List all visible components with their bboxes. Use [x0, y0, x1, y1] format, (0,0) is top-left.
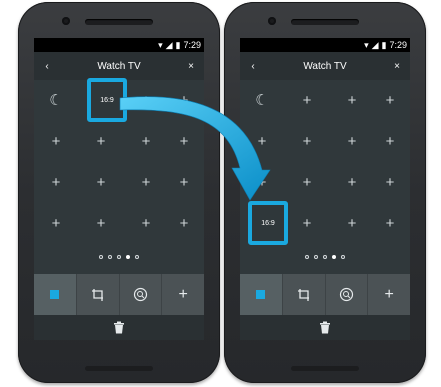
- aspect-ratio-label: 16:9: [100, 96, 114, 104]
- plus-icon[interactable]: +: [87, 168, 115, 196]
- square-button[interactable]: [34, 274, 77, 315]
- plus-icon[interactable]: +: [376, 209, 404, 237]
- status-bar: ▾ ◢ ▮ 7:29: [240, 38, 410, 52]
- trash-icon[interactable]: [319, 321, 331, 334]
- zoom-icon: [133, 287, 147, 302]
- front-camera: [62, 17, 70, 25]
- plus-icon[interactable]: +: [87, 209, 115, 237]
- page-dot-active[interactable]: [126, 255, 130, 259]
- status-bar: ▾ ◢ ▮ 7:29: [34, 38, 204, 52]
- plus-icon[interactable]: +: [376, 86, 404, 114]
- crop-button[interactable]: [283, 274, 326, 315]
- page-dot[interactable]: [99, 255, 103, 259]
- footer-bar: [240, 315, 410, 340]
- status-time: 7:29: [183, 40, 201, 50]
- page-title: Watch TV: [303, 60, 347, 72]
- plus-icon[interactable]: +: [132, 127, 160, 155]
- widget-grid: ☾ + + + + + + + + + + + 16:9 + + +: [240, 80, 410, 248]
- signal-icon: ◢: [165, 39, 173, 50]
- page-dot[interactable]: [135, 255, 139, 259]
- plus-icon[interactable]: +: [170, 86, 198, 114]
- page-dot[interactable]: [341, 255, 345, 259]
- aspect-ratio-chip[interactable]: 16:9: [87, 78, 127, 122]
- plus-icon[interactable]: +: [170, 168, 198, 196]
- plus-icon[interactable]: +: [132, 209, 160, 237]
- screen-before: ▾ ◢ ▮ 7:29 ‹ Watch TV × ☾ 16:9 + + + + +…: [34, 38, 204, 340]
- moon-icon[interactable]: ☾: [42, 86, 70, 114]
- phone-after: ▾ ◢ ▮ 7:29 ‹ Watch TV × ☾ + + + + + + + …: [224, 2, 426, 383]
- page-title: Watch TV: [97, 60, 141, 72]
- page-dot[interactable]: [117, 255, 121, 259]
- plus-icon[interactable]: +: [248, 168, 276, 196]
- title-bar: ‹ Watch TV ×: [240, 52, 410, 80]
- add-button[interactable]: +: [162, 274, 204, 315]
- toolbar: +: [34, 274, 204, 315]
- page-indicator[interactable]: [240, 255, 410, 259]
- plus-icon[interactable]: +: [132, 168, 160, 196]
- plus-icon[interactable]: +: [87, 127, 115, 155]
- earpiece-speaker: [85, 19, 153, 25]
- bottom-speaker: [85, 366, 153, 371]
- plus-icon[interactable]: +: [338, 168, 366, 196]
- plus-icon[interactable]: +: [293, 168, 321, 196]
- page-dot[interactable]: [323, 255, 327, 259]
- plus-icon: +: [384, 285, 394, 303]
- bottom-speaker: [291, 366, 359, 371]
- page-dot[interactable]: [305, 255, 309, 259]
- screen-after: ▾ ◢ ▮ 7:29 ‹ Watch TV × ☾ + + + + + + + …: [240, 38, 410, 340]
- plus-icon[interactable]: +: [42, 168, 70, 196]
- crop-button[interactable]: [77, 274, 120, 315]
- battery-icon: ▮: [175, 39, 181, 50]
- plus-icon[interactable]: +: [293, 86, 321, 114]
- widget-grid: ☾ 16:9 + + + + + + + + + + + + + +: [34, 78, 204, 248]
- aspect-ratio-label: 16:9: [261, 219, 275, 227]
- plus-icon[interactable]: +: [338, 127, 366, 155]
- chevron-left-icon[interactable]: ‹: [40, 61, 54, 72]
- signal-icon: ◢: [371, 39, 379, 50]
- front-camera: [268, 17, 276, 25]
- square-icon: [50, 290, 60, 299]
- aspect-ratio-chip[interactable]: 16:9: [248, 201, 288, 245]
- status-time: 7:29: [389, 40, 407, 50]
- page-dot[interactable]: [314, 255, 318, 259]
- plus-icon[interactable]: +: [42, 127, 70, 155]
- close-icon[interactable]: ×: [390, 61, 404, 72]
- plus-icon[interactable]: +: [170, 209, 198, 237]
- plus-icon[interactable]: +: [132, 86, 160, 114]
- crop-icon: [91, 288, 103, 301]
- wifi-icon: ▾: [158, 39, 163, 50]
- zoom-icon: [339, 287, 353, 302]
- plus-icon[interactable]: +: [293, 209, 321, 237]
- plus-icon: +: [178, 285, 188, 303]
- crop-icon: [297, 288, 309, 301]
- plus-icon[interactable]: +: [42, 209, 70, 237]
- moon-icon[interactable]: ☾: [248, 86, 276, 114]
- plus-icon[interactable]: +: [248, 127, 276, 155]
- add-button[interactable]: +: [368, 274, 410, 315]
- zoom-button[interactable]: [326, 274, 369, 315]
- plus-icon[interactable]: +: [170, 127, 198, 155]
- close-icon[interactable]: ×: [184, 61, 198, 72]
- wifi-icon: ▾: [364, 39, 369, 50]
- title-bar: ‹ Watch TV ×: [34, 52, 204, 80]
- footer-bar: [34, 315, 204, 340]
- plus-icon[interactable]: +: [376, 168, 404, 196]
- earpiece-speaker: [291, 19, 359, 25]
- battery-icon: ▮: [381, 39, 387, 50]
- plus-icon[interactable]: +: [338, 209, 366, 237]
- square-button[interactable]: [240, 274, 283, 315]
- page-dot-active[interactable]: [332, 255, 336, 259]
- plus-icon[interactable]: +: [376, 127, 404, 155]
- trash-icon[interactable]: [113, 321, 125, 334]
- toolbar: +: [240, 274, 410, 315]
- phone-before: ▾ ◢ ▮ 7:29 ‹ Watch TV × ☾ 16:9 + + + + +…: [18, 2, 220, 383]
- plus-icon[interactable]: +: [338, 86, 366, 114]
- square-icon: [256, 290, 266, 299]
- zoom-button[interactable]: [120, 274, 163, 315]
- plus-icon[interactable]: +: [293, 127, 321, 155]
- page-indicator[interactable]: [34, 255, 204, 259]
- page-dot[interactable]: [108, 255, 112, 259]
- chevron-left-icon[interactable]: ‹: [246, 61, 260, 72]
